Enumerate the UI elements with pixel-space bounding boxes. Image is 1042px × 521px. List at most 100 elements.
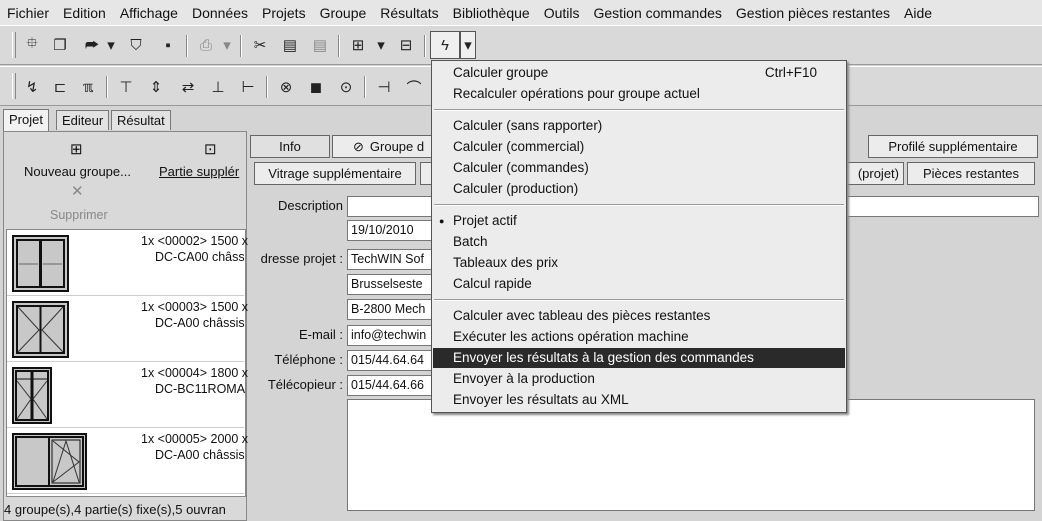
grid-icon[interactable]: ⊞ bbox=[346, 33, 370, 57]
calculate-dropdown-icon[interactable]: ▾ bbox=[460, 31, 476, 59]
menu-item-tableaux-prix[interactable]: Tableaux des prix bbox=[433, 253, 845, 273]
print-icon[interactable]: ⎙ bbox=[194, 33, 218, 57]
tool-10-icon[interactable]: ◼ bbox=[304, 75, 328, 99]
menu-resultats[interactable]: Résultats bbox=[373, 5, 445, 21]
menu-item-envoyer-gestion-commandes[interactable]: Envoyer les résultats à la gestion des c… bbox=[433, 348, 845, 368]
tool-11-icon[interactable]: ⊙ bbox=[334, 75, 358, 99]
tool-5-icon[interactable]: ⇕ bbox=[144, 75, 168, 99]
notes-area[interactable] bbox=[347, 399, 1035, 511]
grid-dropdown-icon[interactable]: ▾ bbox=[374, 33, 388, 57]
partial-icon[interactable]: ⊡ bbox=[204, 140, 217, 158]
profile-label: Profilé supplémentaire bbox=[888, 139, 1018, 154]
menu-item-commercial[interactable]: Calculer (commercial) bbox=[433, 137, 845, 157]
city-field[interactable]: B-2800 Mech bbox=[347, 299, 433, 320]
paste-icon[interactable]: ▤ bbox=[278, 33, 302, 57]
tool-13-icon[interactable]: ⌒ bbox=[402, 75, 426, 99]
tool-4-icon[interactable]: ⊤ bbox=[114, 75, 138, 99]
separator bbox=[338, 35, 340, 57]
tab-info[interactable]: Info bbox=[250, 135, 330, 158]
tab-projet[interactable]: Projet bbox=[3, 109, 49, 131]
menu-item-projet-actif[interactable]: ● Projet actif bbox=[433, 211, 845, 231]
toolbar-grip[interactable] bbox=[12, 73, 16, 99]
projet-button[interactable]: (projet) bbox=[846, 162, 904, 185]
tool-7-icon[interactable]: ⊥ bbox=[206, 75, 230, 99]
partial-button[interactable]: Partie supplér bbox=[159, 164, 239, 179]
vitrage-supplementaire-button[interactable]: Vitrage supplémentaire bbox=[254, 162, 416, 185]
menu-item-batch[interactable]: Batch bbox=[433, 232, 845, 252]
email-field[interactable]: info@techwin bbox=[347, 325, 433, 346]
menu-fichier[interactable]: Fichier bbox=[0, 5, 56, 21]
list-item[interactable]: 1x <00002> 1500 x DC-CA00 châss bbox=[7, 230, 248, 296]
menu-item-commandes[interactable]: Calculer (commandes) bbox=[433, 158, 845, 178]
description-label: Description bbox=[277, 198, 343, 213]
menu-affichage[interactable]: Affichage bbox=[113, 5, 185, 21]
menu-separator bbox=[434, 299, 844, 301]
list-item[interactable]: 1x <00005> 2000 x DC-A00 châssis bbox=[7, 428, 248, 494]
menu-item-pieces-restantes[interactable]: Calculer avec tableau des pièces restant… bbox=[433, 306, 845, 326]
tool-12-icon[interactable]: ⊣ bbox=[372, 75, 396, 99]
cut-icon[interactable]: ✂ bbox=[248, 33, 272, 57]
grid2-icon[interactable]: ⊟ bbox=[394, 33, 418, 57]
menu-item-production[interactable]: Calculer (production) bbox=[433, 179, 845, 199]
list-item[interactable]: 1x <00003> 1500 x DC-A00 châssis bbox=[7, 296, 248, 362]
menu-aide[interactable]: Aide bbox=[897, 5, 939, 21]
separator bbox=[266, 76, 268, 98]
menu-item-envoyer-xml[interactable]: Envoyer les résultats au XML bbox=[433, 390, 845, 410]
phone-field[interactable]: 015/44.64.64 bbox=[347, 350, 433, 371]
open-icon[interactable]: ⮫ bbox=[80, 33, 104, 57]
tab-resultat[interactable]: Résultat bbox=[111, 110, 171, 130]
stamp-icon[interactable]: ⛉ bbox=[124, 33, 148, 57]
new-group-icon[interactable]: ⊞ bbox=[70, 140, 83, 158]
shortcut-label: Ctrl+F10 bbox=[764, 65, 817, 80]
pieces-label: Pièces restantes bbox=[922, 166, 1020, 181]
tool-8-icon[interactable]: ⊢ bbox=[236, 75, 260, 99]
company-field[interactable]: TechWIN Sof bbox=[347, 249, 433, 270]
tool-1-icon[interactable]: ↯ bbox=[20, 75, 44, 99]
menu-groupe[interactable]: Groupe bbox=[313, 5, 374, 21]
item-code: 1x <00005> 2000 x bbox=[141, 432, 249, 446]
tab-editeur[interactable]: Editeur bbox=[56, 110, 110, 130]
window-thumbnail bbox=[12, 235, 69, 292]
menu-bibliotheque[interactable]: Bibliothèque bbox=[446, 5, 537, 21]
paste-special-icon[interactable]: ▤ bbox=[308, 33, 332, 57]
profile-supplementaire-button[interactable]: Profilé supplémentaire bbox=[868, 135, 1038, 158]
delete-icon[interactable]: ✕ bbox=[71, 182, 84, 200]
menu-gestion-commandes[interactable]: Gestion commandes bbox=[587, 5, 729, 21]
street-field[interactable]: Brusselseste bbox=[347, 274, 433, 295]
pieces-restantes-button[interactable]: Pièces restantes bbox=[907, 162, 1035, 185]
menu-item-calculer-groupe[interactable]: Calculer groupe Ctrl+F10 bbox=[433, 63, 845, 83]
fax-field[interactable]: 015/44.64.66 bbox=[347, 375, 433, 396]
tab-groupe[interactable]: ⊘ Groupe d bbox=[332, 135, 432, 158]
tool-9-icon[interactable]: ⊗ bbox=[274, 75, 298, 99]
menu-edition[interactable]: Edition bbox=[56, 5, 113, 21]
menu-item-calcul-rapide[interactable]: Calcul rapide bbox=[433, 274, 845, 294]
vitrage-label: Vitrage supplémentaire bbox=[268, 166, 402, 181]
save-icon[interactable]: ▪ bbox=[156, 33, 180, 57]
menu-gestion-pieces[interactable]: Gestion pièces restantes bbox=[729, 5, 897, 21]
menu-item-operation-machine[interactable]: Exécuter les actions opération machine bbox=[433, 327, 845, 347]
tool-6-icon[interactable]: ⇄ bbox=[176, 75, 200, 99]
toolbar-grip[interactable] bbox=[12, 32, 16, 58]
print-dropdown-icon[interactable]: ▾ bbox=[220, 33, 234, 57]
copy-icon[interactable]: ❐ bbox=[48, 33, 72, 57]
lightning-icon[interactable]: ϟ bbox=[430, 31, 460, 59]
menu-projets[interactable]: Projets bbox=[255, 5, 313, 21]
menu-item-recalculer[interactable]: Recalculer opérations pour groupe actuel bbox=[433, 84, 845, 104]
tool-3-icon[interactable]: ℼ bbox=[76, 75, 100, 99]
separator bbox=[186, 35, 188, 57]
item-code: 1x <00002> 1500 x bbox=[141, 234, 249, 248]
menu-donnees[interactable]: Données bbox=[185, 5, 255, 21]
date-field[interactable]: 19/10/2010 bbox=[347, 220, 433, 241]
tool-2-icon[interactable]: ⊏ bbox=[48, 75, 72, 99]
window-thumbnail bbox=[12, 367, 52, 424]
new-group-button[interactable]: Nouveau groupe... bbox=[24, 164, 131, 179]
open-dropdown-icon[interactable]: ▾ bbox=[104, 33, 118, 57]
menu-item-envoyer-production[interactable]: Envoyer à la production bbox=[433, 369, 845, 389]
delete-button[interactable]: Supprimer bbox=[50, 208, 108, 222]
list-item[interactable]: 1x <00004> 1800 x DC-BC11ROMA bbox=[7, 362, 248, 428]
menu-item-sans-rapporter[interactable]: Calculer (sans rapporter) bbox=[433, 116, 845, 136]
main-toolbar: ⯐ ❐ ⮫ ▾ ⛉ ▪ ⎙ ▾ ✂ ▤ ▤ ⊞ ▾ ⊟ ϟ ▾ bbox=[0, 25, 1042, 65]
menu-item-label: Calculer groupe bbox=[453, 65, 549, 80]
new-icon[interactable]: ⯐ bbox=[20, 33, 44, 57]
menu-outils[interactable]: Outils bbox=[537, 5, 587, 21]
